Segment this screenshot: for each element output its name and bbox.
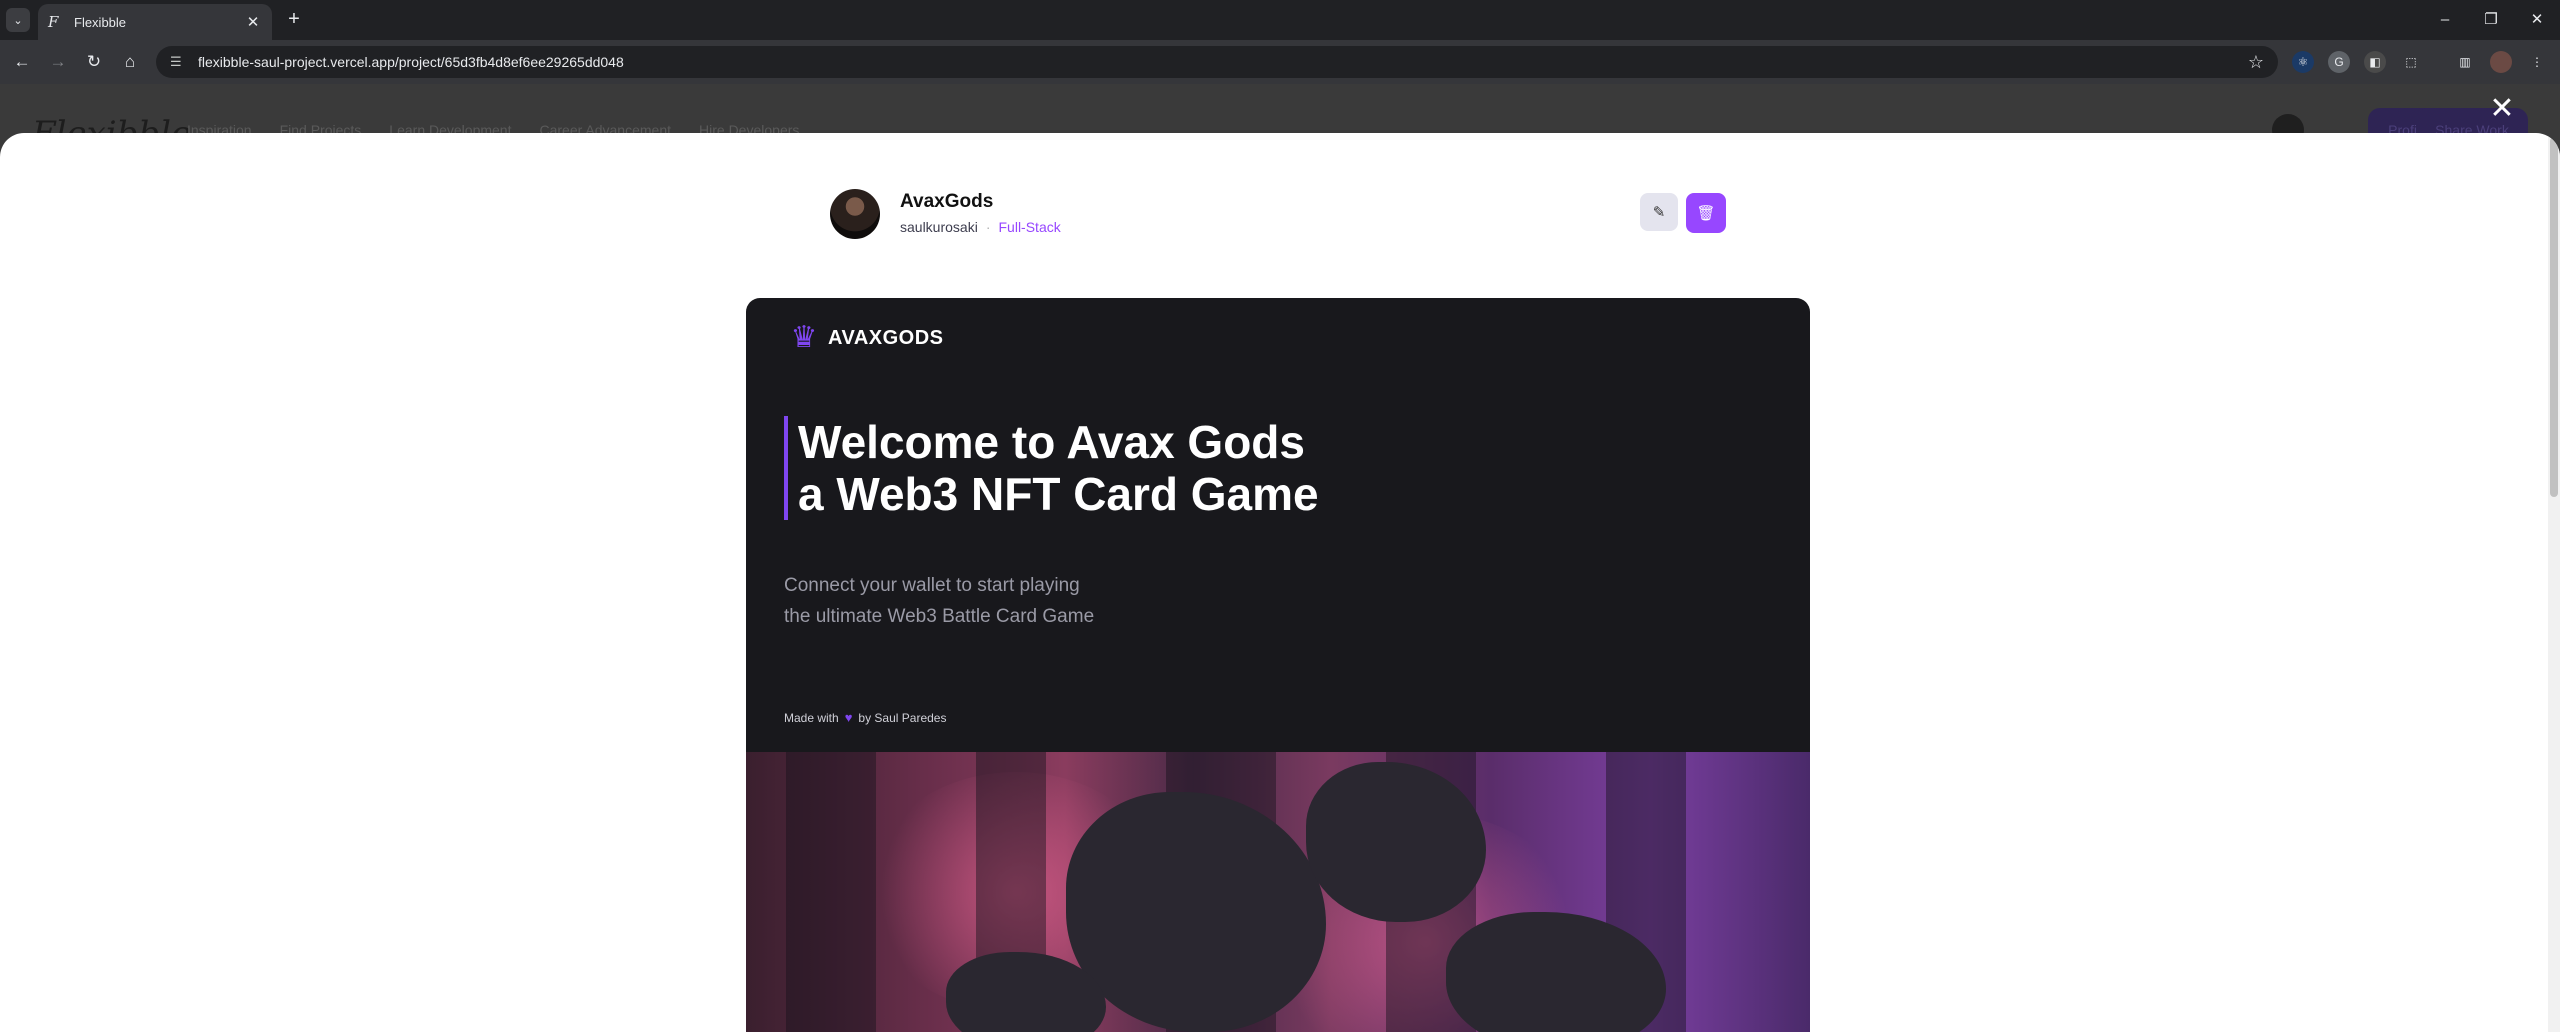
address-bar[interactable]: ☰ flexibble-saul-project.vercel.app/proj… — [156, 46, 2278, 78]
project-title: AvaxGods — [900, 191, 994, 212]
site-settings-icon[interactable]: ☰ — [170, 54, 186, 70]
browser-tab[interactable]: F Flexibble ✕ — [38, 4, 272, 40]
headline-line-2: a Web3 NFT Card Game — [798, 468, 1319, 520]
preview-subtitle: Connect your wallet to start playing the… — [784, 570, 1094, 632]
delete-project-button[interactable]: 🗑 — [1686, 193, 1726, 233]
star-icon[interactable]: ☆ — [2248, 52, 2264, 73]
artwork-pillar — [786, 752, 876, 1032]
trash-icon: 🗑 — [1696, 205, 1716, 222]
menu-dots-icon[interactable]: ⋮ — [2526, 51, 2548, 73]
scrollbar-thumb[interactable] — [2550, 137, 2558, 497]
project-preview-image: ♛ AVAXGODS Welcome to Avax Gods a Web3 N… — [746, 298, 1810, 1032]
avaxgods-logo: ♛ AVAXGODS — [786, 318, 944, 358]
heart-icon: ♥ — [844, 710, 853, 725]
edit-icon: ✎ — [1652, 204, 1666, 221]
headline-line-1: Welcome to Avax Gods — [798, 416, 1305, 468]
extension-icon[interactable]: ◧ — [2364, 51, 2386, 73]
back-arrow-icon[interactable]: ← — [10, 50, 34, 74]
profile-avatar[interactable] — [2490, 51, 2512, 73]
forward-arrow-icon[interactable]: → — [46, 50, 70, 74]
minimize-icon[interactable]: – — [2422, 6, 2468, 34]
window-close-icon[interactable]: ✕ — [2514, 6, 2560, 34]
artwork-rock — [1066, 792, 1326, 1032]
lion-logo-icon: ♛ — [790, 321, 818, 354]
project-meta: saulkurosaki · Full-Stack — [900, 219, 1061, 235]
made-suffix: by Saul Paredes — [858, 710, 947, 725]
restore-icon[interactable]: ❐ — [2468, 6, 2514, 34]
battle-artwork — [746, 752, 1810, 1032]
close-tab-icon[interactable]: ✕ — [244, 13, 262, 31]
home-icon[interactable]: ⌂ — [118, 50, 142, 74]
author-avatar[interactable] — [830, 189, 880, 239]
page-scrollbar[interactable] — [2548, 133, 2560, 1032]
project-category[interactable]: Full-Stack — [999, 219, 1061, 235]
extensions-puzzle-icon[interactable]: ⬚ — [2400, 51, 2422, 73]
sidebar-icon[interactable]: ▥ — [2454, 51, 2476, 73]
edit-project-button[interactable]: ✎ — [1640, 193, 1678, 231]
project-modal: AvaxGods saulkurosaki · Full-Stack ✎ 🗑 ♛… — [0, 133, 2560, 1032]
tab-list-icon[interactable]: ⌄ — [6, 8, 30, 32]
made-with-credit: Made with ♥ by Saul Paredes — [784, 710, 946, 725]
browser-tab-bar: ⌄ F Flexibble ✕ + – ❐ ✕ — [0, 0, 2560, 40]
preview-headline: Welcome to Avax Gods a Web3 NFT Card Gam… — [784, 416, 1319, 520]
grammarly-extension-icon[interactable]: G — [2328, 51, 2350, 73]
tab-title: Flexibble — [74, 14, 127, 30]
reload-icon[interactable]: ↻ — [82, 50, 106, 74]
browser-toolbar: ← → ↻ ⌂ ☰ flexibble-saul-project.vercel.… — [0, 40, 2560, 84]
react-extension-icon[interactable]: ⚛ — [2292, 51, 2314, 73]
subtitle-line-1: Connect your wallet to start playing — [784, 575, 1080, 596]
avaxgods-logo-text: AVAXGODS — [828, 326, 944, 349]
subtitle-line-2: the ultimate Web3 Battle Card Game — [784, 606, 1095, 627]
url-text[interactable]: flexibble-saul-project.vercel.app/projec… — [198, 54, 2248, 70]
meta-separator: · — [985, 219, 991, 235]
modal-close-icon[interactable]: ✕ — [2488, 94, 2516, 124]
flexibble-favicon: F — [48, 13, 59, 31]
project-header: AvaxGods saulkurosaki · Full-Stack ✎ 🗑 — [830, 189, 1728, 243]
author-username[interactable]: saulkurosaki — [900, 219, 978, 235]
new-tab-plus-icon[interactable]: + — [282, 8, 306, 32]
made-prefix: Made with — [784, 710, 839, 725]
